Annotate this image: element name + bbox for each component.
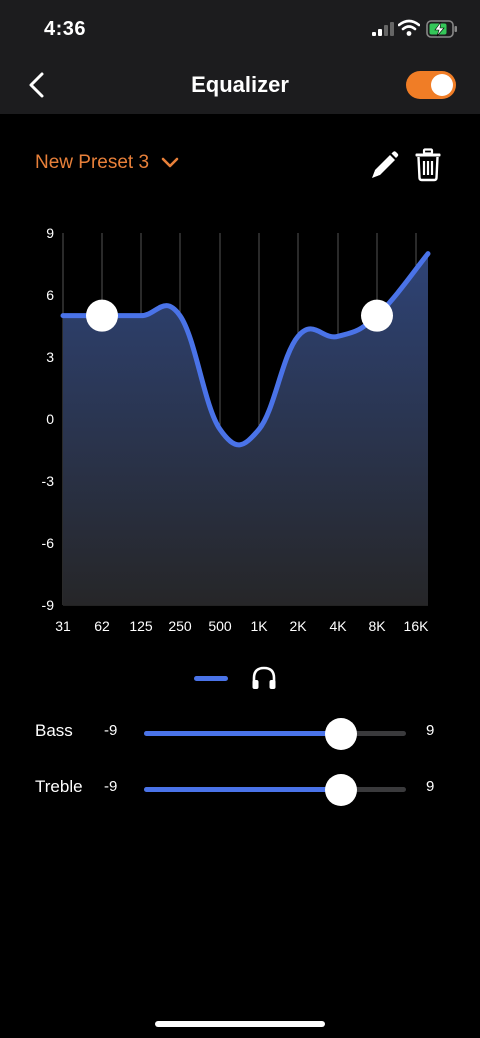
- bass-slider-fill: [144, 731, 341, 736]
- y-tick-label: 6: [46, 287, 54, 303]
- treble-max-label: 9: [426, 778, 435, 795]
- curve-legend-line: [194, 676, 228, 681]
- bass-slider[interactable]: [144, 718, 406, 750]
- y-tick-label: 0: [46, 411, 54, 427]
- toggle-knob: [431, 74, 453, 96]
- x-tick-label: 2K: [289, 618, 307, 634]
- x-tick-label: 125: [129, 618, 153, 634]
- pencil-icon[interactable]: [368, 148, 400, 182]
- y-tick-label: -6: [42, 535, 55, 551]
- x-tick-label: 1K: [250, 618, 268, 634]
- x-tick-label: 500: [208, 618, 232, 634]
- bass-min-label: -9: [104, 722, 118, 739]
- status-bar: 4:36: [0, 0, 480, 56]
- nav-bar: Equalizer: [0, 56, 480, 114]
- preset-name: New Preset 3: [35, 152, 150, 173]
- treble-label: Treble: [35, 777, 83, 796]
- treble-min-label: -9: [104, 778, 118, 795]
- x-tick-label: 16K: [404, 618, 430, 634]
- treble-slider-row: Treble -9 9: [0, 773, 480, 806]
- x-tick-label: 4K: [329, 618, 347, 634]
- headphones-icon[interactable]: [250, 664, 278, 692]
- wifi-icon: [398, 19, 420, 36]
- cellular-signal-icon: [372, 22, 394, 36]
- home-indicator[interactable]: [155, 1021, 325, 1027]
- equalizer-chart[interactable]: 9 6 3 0 -3 -6 -9 31 62 125 250 500 1K 2K 4K 8K 16K: [0, 210, 480, 650]
- eq-control-handle[interactable]: [361, 299, 393, 332]
- y-tick-label: -9: [42, 597, 55, 613]
- treble-slider-thumb[interactable]: [324, 774, 357, 806]
- equalizer-toggle[interactable]: [406, 71, 456, 99]
- x-tick-label: 31: [55, 618, 71, 634]
- x-tick-label: 8K: [368, 618, 386, 634]
- status-time: 4:36: [44, 18, 87, 40]
- x-tick-label: 62: [94, 618, 110, 634]
- bass-max-label: 9: [426, 722, 435, 739]
- y-tick-label: 3: [46, 349, 54, 365]
- bass-label: Bass: [35, 721, 73, 740]
- bass-slider-thumb[interactable]: [324, 718, 357, 750]
- trash-icon[interactable]: [414, 148, 442, 182]
- y-tick-label: 9: [46, 225, 54, 241]
- battery-charging-icon: [426, 20, 457, 38]
- treble-slider-fill: [144, 787, 341, 792]
- eq-control-handle[interactable]: [86, 299, 118, 332]
- y-tick-label: -3: [42, 473, 55, 489]
- x-tick-label: 250: [168, 618, 192, 634]
- preset-selector[interactable]: New Preset 3: [35, 152, 179, 174]
- bass-slider-row: Bass -9 9: [0, 717, 480, 750]
- chevron-down-icon: [161, 157, 179, 168]
- treble-slider[interactable]: [144, 774, 406, 806]
